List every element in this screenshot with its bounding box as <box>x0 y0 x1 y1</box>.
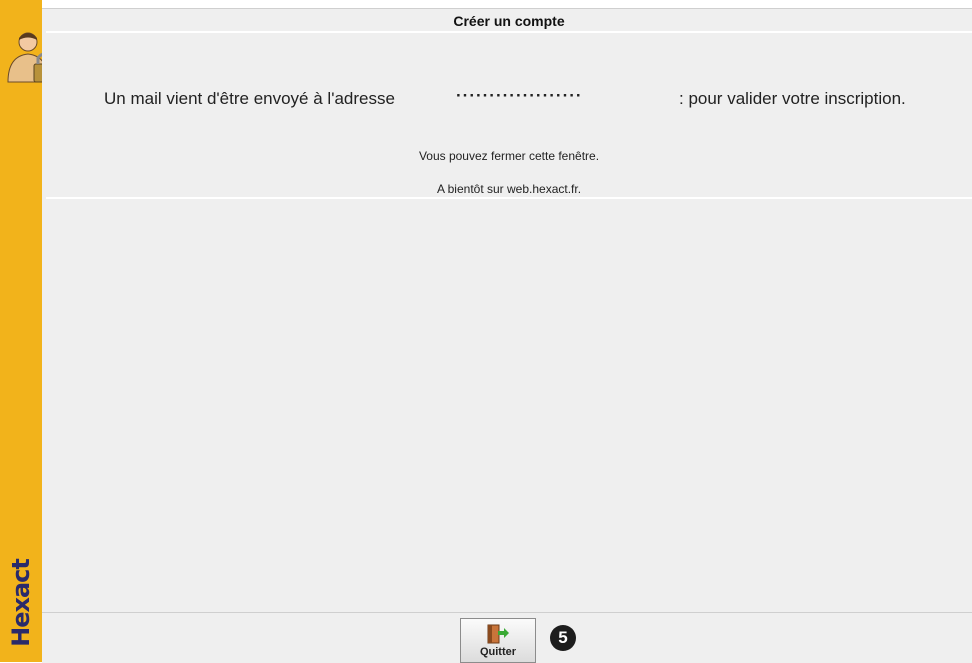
footer-bar: Quitter 5 <box>42 612 972 663</box>
masked-email: ··················· <box>456 86 583 105</box>
quit-label: Quitter <box>479 646 517 658</box>
hexact-logo: Hexact <box>1 548 41 658</box>
mail-sent-message: Un mail vient d'être envoyé à l'adresse <box>104 89 395 108</box>
farewell-text: A bientôt sur web.hexact.fr. <box>436 182 582 196</box>
main-content: Créer un compte Un mail vient d'être env… <box>42 8 972 663</box>
dialog-title: Créer un compte <box>453 13 565 29</box>
logo-text: Hexact <box>7 559 35 647</box>
quit-button[interactable]: Quitter <box>460 618 536 663</box>
validation-message: : pour valider votre inscription. <box>679 89 906 108</box>
sidebar: Hexact <box>0 0 55 662</box>
create-account-panel: Créer un compte Un mail vient d'être env… <box>46 9 972 199</box>
step-badge: 5 <box>550 625 576 651</box>
title-divider <box>46 31 972 33</box>
close-window-hint: Vous pouvez fermer cette fenêtre. <box>418 149 600 163</box>
exit-door-icon <box>487 624 509 644</box>
